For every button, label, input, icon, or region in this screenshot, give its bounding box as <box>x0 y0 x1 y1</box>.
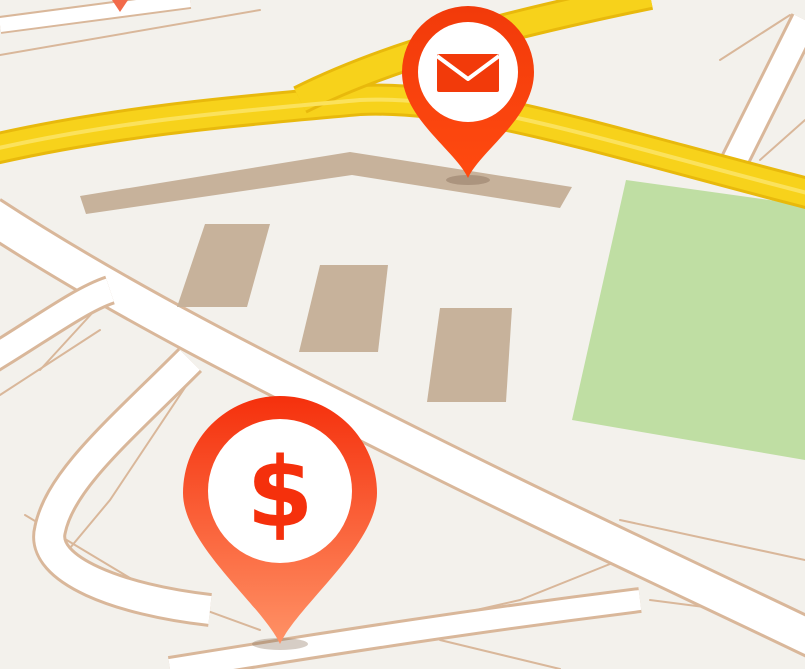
building <box>427 308 512 402</box>
mail-icon <box>435 54 501 92</box>
map-view[interactable]: $ <box>0 0 805 669</box>
dollar-icon: $ <box>247 437 314 549</box>
map-canvas[interactable]: $ <box>0 0 805 669</box>
